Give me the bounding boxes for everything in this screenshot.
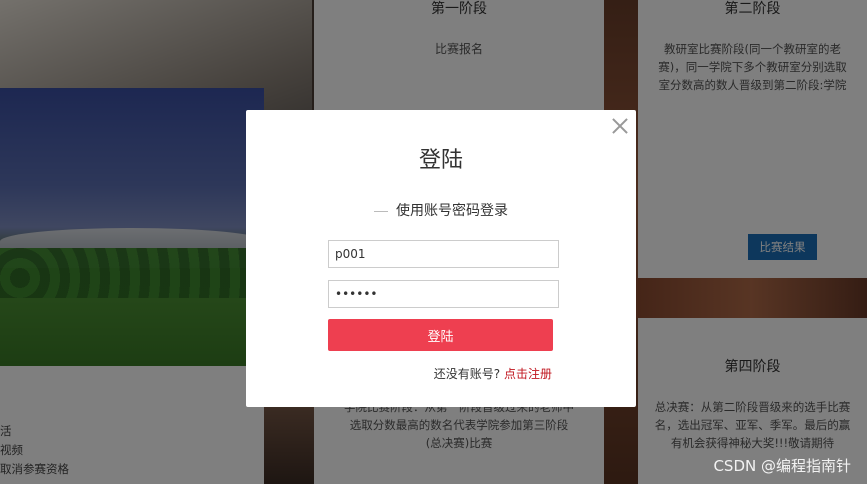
login-button[interactable]: 登陆 <box>328 319 553 351</box>
register-link[interactable]: 点击注册 <box>504 367 552 381</box>
login-modal: 登陆 使用账号密码登录 登陆 还没有账号? 点击注册 <box>246 110 636 407</box>
modal-title: 登陆 <box>418 148 463 173</box>
register-prompt: 还没有账号? <box>433 367 501 381</box>
subtitle-dash <box>374 210 388 212</box>
password-input[interactable] <box>328 280 559 308</box>
register-row: 还没有账号? 点击注册 <box>434 365 552 382</box>
close-icon[interactable] <box>610 116 630 136</box>
modal-subtitle-text: 使用账号密码登录 <box>396 203 508 219</box>
username-input[interactable] <box>328 240 559 268</box>
modal-subtitle: 使用账号密码登录 <box>246 200 636 220</box>
watermark: CSDN @编程指南针 <box>713 457 851 475</box>
